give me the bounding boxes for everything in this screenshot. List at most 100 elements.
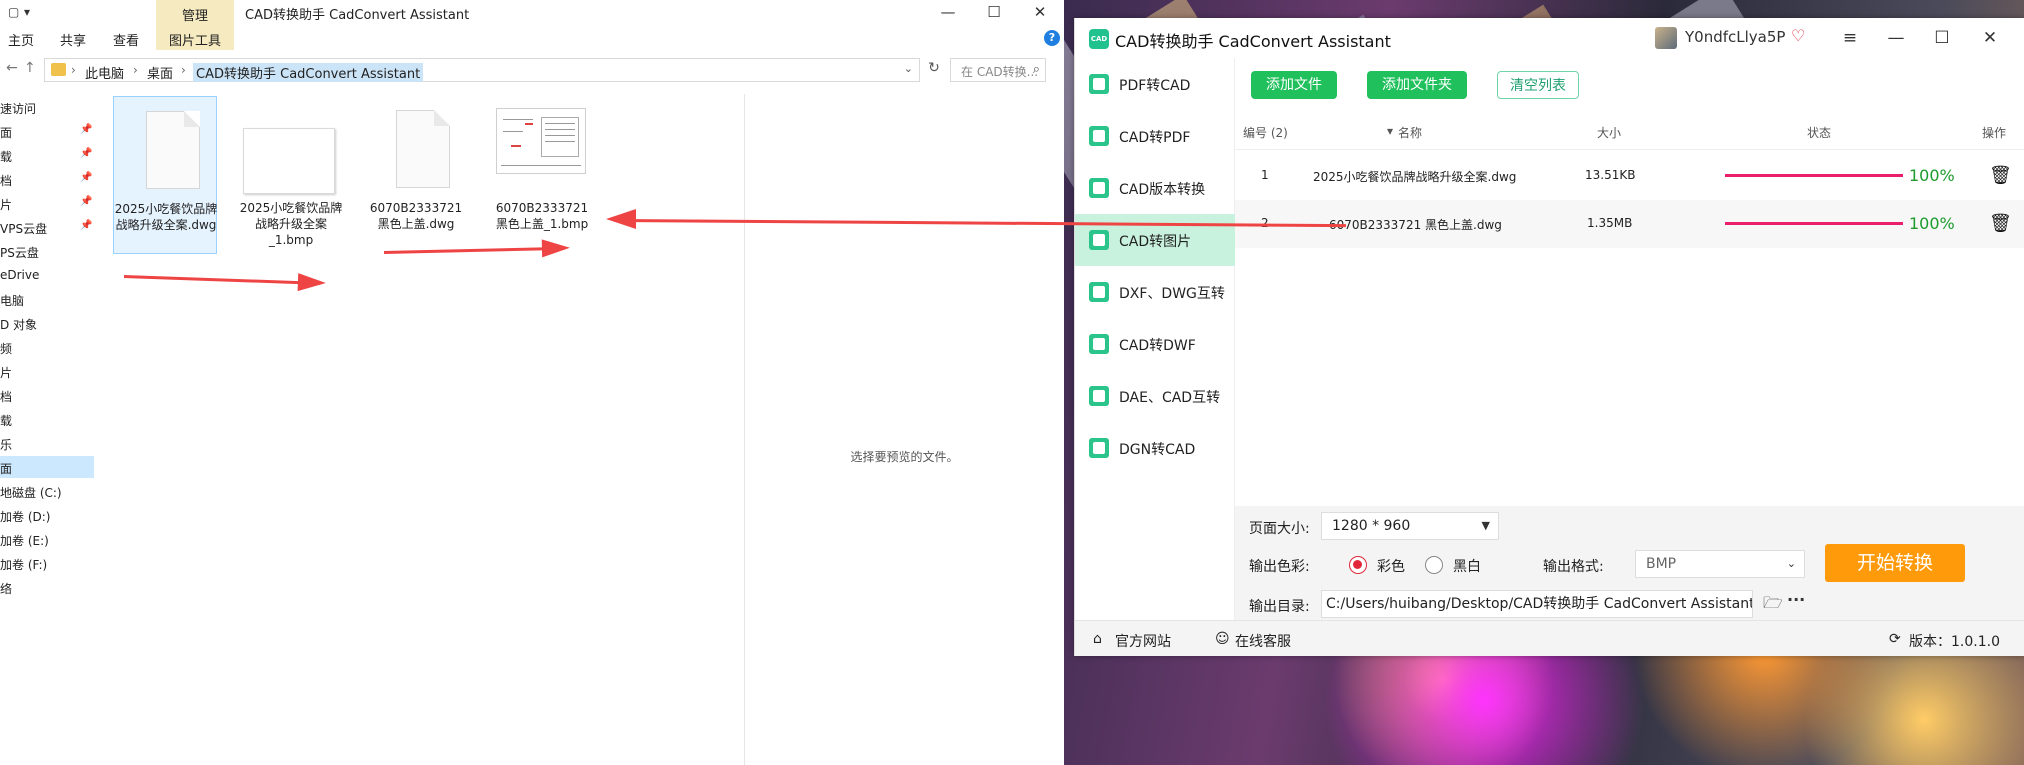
tab-picture-tools[interactable]: 图片工具: [156, 30, 234, 49]
output-dir-input[interactable]: C:/Users/huibang/Desktop/CAD转换助手 CadConv…: [1321, 590, 1753, 618]
open-folder-icon[interactable]: 🗁: [1763, 592, 1783, 619]
nav-item-label: 络: [0, 582, 13, 596]
nav-item[interactable]: 档: [0, 384, 94, 406]
refresh-icon[interactable]: ↻: [922, 60, 946, 76]
refresh-icon[interactable]: ⟳: [1889, 631, 1901, 647]
support-link[interactable]: 在线客服: [1235, 631, 1291, 651]
pin-icon[interactable]: 📌: [80, 124, 92, 135]
nav-item[interactable]: 档 📌: [0, 168, 94, 190]
nav-item[interactable]: 面 📌: [0, 120, 94, 142]
progress-percent: 100%: [1909, 166, 1955, 185]
nav-item[interactable]: 片 📌: [0, 192, 94, 214]
minimize-button[interactable]: —: [1881, 26, 1911, 50]
annotation-arrow-head: [606, 209, 636, 229]
breadcrumb-this-pc[interactable]: 此电脑: [85, 63, 124, 82]
tab-manage[interactable]: 管理: [156, 5, 234, 24]
file-item-1[interactable]: 2025小吃餐饮品牌战略升级全案.dwg: [113, 96, 217, 254]
output-format-value: BMP: [1646, 556, 1677, 572]
nav-item[interactable]: D 对象: [0, 312, 94, 334]
bw-radio[interactable]: [1425, 556, 1443, 574]
file-table-header: 编号 (2) ▾ 名称 大小 状态 操作: [1235, 112, 2024, 150]
tab-view[interactable]: 查看: [113, 30, 139, 49]
column-action: 操作: [1982, 126, 2007, 140]
preview-divider[interactable]: [744, 94, 745, 765]
close-button[interactable]: ✕: [1975, 26, 2005, 50]
nav-item[interactable]: 速访问: [0, 96, 94, 118]
chevron-down-icon[interactable]: ⌄: [904, 62, 913, 75]
file-item-4[interactable]: 6070B2333721 黑色上盖_1.bmp: [490, 96, 594, 254]
avatar[interactable]: [1655, 27, 1677, 49]
nav-item[interactable]: 地磁盘 (C:): [0, 480, 94, 502]
nav-item[interactable]: eDrive: [0, 264, 94, 286]
table-row[interactable]: 2 6070B2333721 黑色上盖.dwg 1.35MB 100% 🗑: [1235, 200, 2024, 248]
file-item-3[interactable]: 6070B2333721 黑色上盖.dwg: [364, 96, 468, 254]
nav-item[interactable]: 加卷 (E:): [0, 528, 94, 550]
explorer-close-button[interactable]: ✕: [1020, 2, 1060, 22]
back-icon[interactable]: ←: [6, 60, 18, 76]
help-icon[interactable]: ?: [1044, 30, 1060, 46]
menu-button[interactable]: ≡: [1835, 26, 1865, 50]
nav-item[interactable]: 乐: [0, 432, 94, 454]
column-index[interactable]: 编号 (2): [1243, 124, 1288, 141]
add-file-button[interactable]: 添加文件: [1251, 71, 1337, 99]
color-radio[interactable]: [1349, 556, 1367, 574]
breadcrumb-desktop[interactable]: 桌面: [147, 63, 173, 82]
nav-item[interactable]: 载 📌: [0, 144, 94, 166]
color-option-label[interactable]: 彩色: [1377, 556, 1405, 576]
nav-item[interactable]: 片: [0, 360, 94, 382]
add-folder-button[interactable]: 添加文件夹: [1367, 71, 1467, 99]
pin-icon[interactable]: 📌: [80, 172, 92, 183]
more-options-icon[interactable]: ···: [1787, 590, 1805, 609]
sidebar-item[interactable]: CAD转DWF: [1075, 318, 1235, 370]
app-footer: ⌂ 官方网站 ☺ 在线客服 ⟳ 版本：1.0.1.0: [1075, 620, 2024, 656]
maximize-button[interactable]: ☐: [1927, 26, 1957, 50]
column-status[interactable]: 状态: [1807, 124, 1831, 141]
explorer-minimize-button[interactable]: —: [928, 2, 968, 22]
trash-icon[interactable]: 🗑: [1989, 213, 2012, 234]
explorer-maximize-button[interactable]: ☐: [974, 2, 1014, 22]
breadcrumb-current-folder[interactable]: CAD转换助手 CadConvert Assistant: [193, 63, 424, 82]
user-name[interactable]: Y0ndfcLlya5P: [1685, 28, 1785, 46]
sidebar-item[interactable]: DGN转CAD: [1075, 422, 1235, 474]
nav-item-label: eDrive: [0, 268, 40, 282]
file-item-2[interactable]: 2025小吃餐饮品牌战略升级全案_1.bmp: [239, 96, 343, 254]
pin-icon[interactable]: 📌: [80, 220, 92, 231]
nav-item[interactable]: PS云盘: [0, 240, 94, 262]
sidebar-item[interactable]: DAE、CAD互转: [1075, 370, 1235, 422]
nav-item[interactable]: 电脑: [0, 288, 94, 310]
sidebar-item[interactable]: PDF转CAD: [1075, 58, 1235, 110]
tab-home[interactable]: 主页: [8, 30, 34, 49]
trash-icon[interactable]: 🗑: [1989, 165, 2012, 186]
output-format-select[interactable]: BMP ⌄: [1635, 550, 1805, 578]
quick-access-icon[interactable]: ▢: [8, 5, 19, 19]
pin-icon[interactable]: 📌: [80, 148, 92, 159]
sidebar-item[interactable]: DXF、DWG互转: [1075, 266, 1235, 318]
table-row[interactable]: 1 2025小吃餐饮品牌战略升级全案.dwg 13.51KB 100% 🗑: [1235, 152, 2024, 200]
bw-option-label[interactable]: 黑白: [1453, 556, 1481, 576]
sidebar-item[interactable]: CAD版本转换: [1075, 162, 1235, 214]
tab-share[interactable]: 共享: [60, 30, 86, 49]
page-size-select[interactable]: 1280 * 960 ▼: [1321, 512, 1499, 540]
sidebar-item-label: DAE、CAD互转: [1119, 390, 1221, 406]
nav-item[interactable]: 载: [0, 408, 94, 430]
website-link[interactable]: 官方网站: [1115, 631, 1171, 651]
nav-item[interactable]: 加卷 (D:): [0, 504, 94, 526]
clear-list-button[interactable]: 清空列表: [1497, 71, 1579, 99]
file-thumbnail: [132, 111, 200, 191]
vip-diamond-icon[interactable]: ♡: [1791, 26, 1805, 45]
sidebar-item[interactable]: CAD转PDF: [1075, 110, 1235, 162]
start-convert-button[interactable]: 开始转换: [1825, 544, 1965, 582]
pin-icon[interactable]: 📌: [80, 196, 92, 207]
nav-item[interactable]: 频: [0, 336, 94, 358]
address-input[interactable]: › 此电脑 › 桌面 › CAD转换助手 CadConvert Assistan…: [44, 58, 920, 82]
column-size[interactable]: 大小: [1597, 124, 1621, 141]
search-input[interactable]: 在 CAD转换... ⌕: [950, 58, 1046, 82]
column-name[interactable]: 名称: [1398, 124, 1422, 141]
nav-item[interactable]: VPS云盘 📌: [0, 216, 94, 238]
file-toolbar: 添加文件 添加文件夹 清空列表: [1235, 58, 2024, 112]
nav-item[interactable]: 面: [0, 456, 94, 478]
nav-item[interactable]: 加卷 (F:): [0, 552, 94, 574]
nav-item[interactable]: 络: [0, 576, 94, 598]
up-icon[interactable]: ↑: [24, 60, 36, 76]
quick-access-dropdown[interactable]: ▾: [24, 5, 30, 19]
